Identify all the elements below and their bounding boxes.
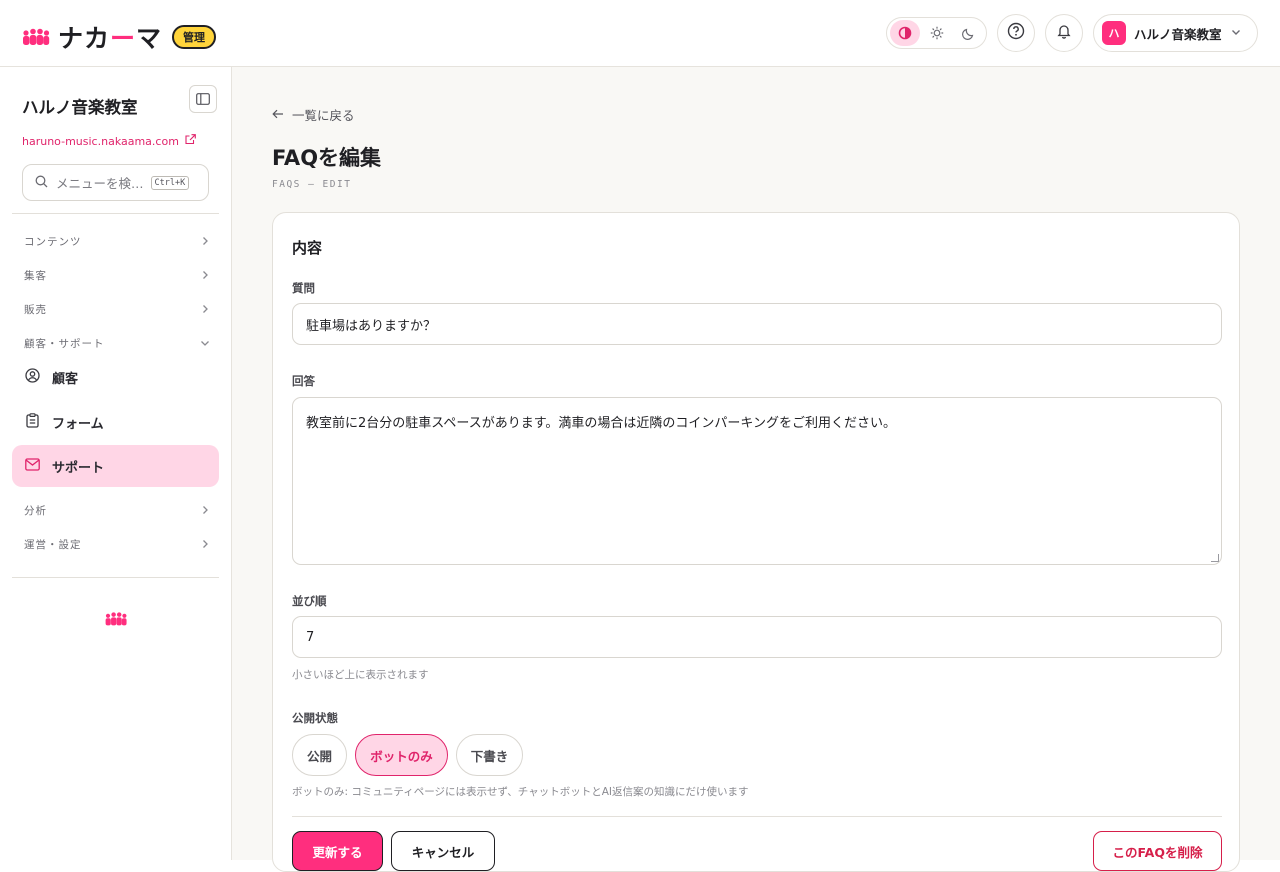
status-option-bot-only[interactable]: ボットのみ <box>355 734 448 776</box>
question-label: 質問 <box>292 281 315 295</box>
status-label: 公開状態 <box>292 711 338 725</box>
faq-form-card: 内容 質問 駐車場はありますか？ 回答 教室前に2台分の駐車スペースがあります。… <box>272 212 1240 872</box>
chevron-down-icon <box>200 337 210 351</box>
sidebar-toggle-icon <box>196 90 210 109</box>
arrow-left-icon <box>272 107 284 122</box>
nav-group-customer-support[interactable]: 顧客・サポート <box>24 336 210 351</box>
notifications-button[interactable] <box>1045 14 1083 52</box>
top-bar: ナカーマ 管理 ハ ハルノ音楽教室 <box>0 0 1280 67</box>
status-option-draft[interactable]: 下書き <box>456 734 523 776</box>
resize-handle[interactable] <box>1211 554 1219 562</box>
site-title: ハルノ音楽教室 <box>22 98 138 117</box>
site-url-link[interactable]: haruno-music.nakaama.com <box>22 134 196 148</box>
search-placeholder: メニューを検… <box>56 176 144 191</box>
order-input[interactable]: 7 <box>292 616 1222 658</box>
moon-icon[interactable] <box>954 20 984 46</box>
page-title: FAQを編集 <box>272 146 382 170</box>
sidebar-item-forms[interactable]: フォーム <box>12 401 219 443</box>
theme-switcher <box>886 17 987 49</box>
user-circle-icon <box>25 367 40 387</box>
external-link-icon <box>185 134 196 148</box>
logo-text: ナカーマ <box>58 24 163 53</box>
help-icon <box>1007 22 1025 44</box>
menu-search-input[interactable]: メニューを検… Ctrl+K <box>22 164 209 201</box>
card-title: 内容 <box>292 239 323 257</box>
nav-group-sales[interactable]: 販売 <box>24 302 210 317</box>
chevron-right-icon <box>200 504 210 518</box>
people-logo-icon <box>102 611 130 631</box>
nav-group-operations[interactable]: 運営・設定 <box>24 537 210 552</box>
back-to-list-link[interactable]: 一覧に戻る <box>272 105 355 124</box>
account-menu[interactable]: ハ ハルノ音楽教室 <box>1093 14 1258 52</box>
sidebar-item-support[interactable]: サポート <box>12 445 219 487</box>
app-logo[interactable]: ナカーマ 管理 <box>22 19 217 55</box>
sidebar-item-customers[interactable]: 顧客 <box>12 356 219 398</box>
nav-group-marketing[interactable]: 集客 <box>24 268 210 283</box>
chevron-right-icon <box>200 303 210 317</box>
order-label: 並び順 <box>292 594 327 608</box>
page-subtitle: FAQS — EDIT <box>272 179 352 190</box>
contrast-icon[interactable] <box>890 20 920 46</box>
sun-icon[interactable] <box>922 20 952 46</box>
bell-icon <box>1056 23 1072 43</box>
main-content: 一覧に戻る FAQを編集 FAQS — EDIT 内容 質問 駐車場はありますか… <box>232 67 1280 872</box>
chevron-right-icon <box>200 235 210 249</box>
answer-label: 回答 <box>292 374 315 388</box>
order-hint: 小さいほど上に表示されます <box>292 669 429 681</box>
avatar: ハ <box>1102 21 1126 45</box>
update-button[interactable]: 更新する <box>292 831 383 871</box>
delete-faq-button[interactable]: このFAQを削除 <box>1093 831 1222 871</box>
account-name: ハルノ音楽教室 <box>1134 26 1222 42</box>
divider <box>12 213 219 214</box>
sidebar: ハルノ音楽教室 haruno-music.nakaama.com メニューを検…… <box>0 67 232 860</box>
status-hint: ボットのみ: コミュニティページには表示せず、チャットボットとAI返信案の知識に… <box>292 786 749 798</box>
admin-badge: 管理 <box>172 25 217 49</box>
chevron-right-icon <box>200 538 210 552</box>
divider <box>12 577 219 578</box>
search-icon <box>35 173 48 192</box>
nav-group-content[interactable]: コンテンツ <box>24 234 210 249</box>
people-logo-icon <box>22 27 50 47</box>
chevron-right-icon <box>200 269 210 283</box>
sidebar-toggle-button[interactable] <box>189 85 217 113</box>
help-button[interactable] <box>997 14 1035 52</box>
mail-icon <box>25 457 40 475</box>
divider <box>292 816 1222 817</box>
clipboard-icon <box>25 412 40 432</box>
question-input[interactable]: 駐車場はありますか？ <box>292 303 1222 345</box>
nav-group-analytics[interactable]: 分析 <box>24 503 210 518</box>
cancel-button[interactable]: キャンセル <box>391 831 495 871</box>
chevron-down-icon <box>1230 26 1242 41</box>
answer-textarea[interactable]: 教室前に2台分の駐車スペースがあります。満車の場合は近隣のコインパーキングをご利… <box>292 397 1222 565</box>
status-option-public[interactable]: 公開 <box>292 734 347 776</box>
shortcut-hint: Ctrl+K <box>150 175 190 190</box>
